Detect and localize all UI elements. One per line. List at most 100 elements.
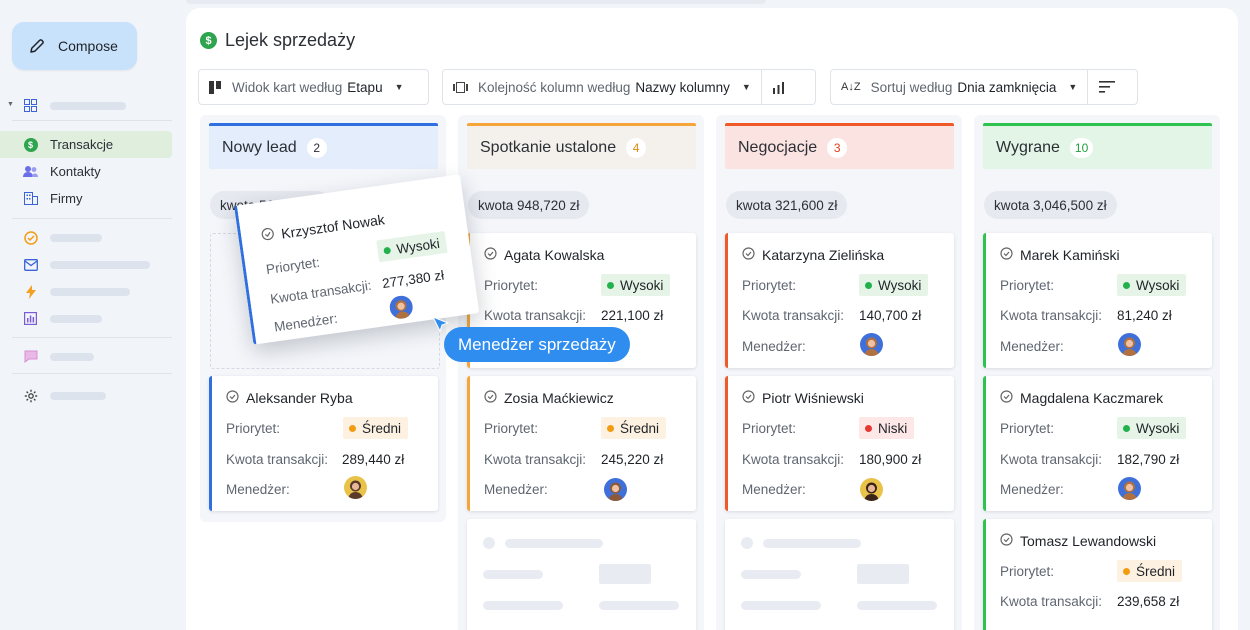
sidebar-item-dashboard[interactable] <box>0 92 172 119</box>
deal-icon <box>742 247 755 263</box>
avatar[interactable] <box>1118 333 1141 356</box>
loading-card-placeholder <box>725 519 954 630</box>
deal-name: Agata Kowalska <box>504 247 605 263</box>
deal-card[interactable]: Zosia Maćkiewicz Priorytet: Średni Kwota… <box>467 376 696 511</box>
deal-card[interactable]: Piotr Wiśniewski Priorytet: Niski Kwota … <box>725 376 954 511</box>
priority-badge: Niski <box>859 417 915 439</box>
sidebar-item-label: Firmy <box>50 191 83 206</box>
amount-value: 182,790 zł <box>1117 452 1180 467</box>
view-by-value: Etapu <box>347 79 383 95</box>
column-spotkanie-ustalone: Spotkanie ustalone 4 kwota 948,720 zł Ag… <box>458 115 704 630</box>
sidebar-item-reports[interactable] <box>0 305 172 332</box>
amount-value: 289,440 zł <box>342 452 405 467</box>
sidebar-item-tasks[interactable] <box>0 224 172 251</box>
sort-az-icon: A↓Z <box>841 81 861 93</box>
cursor-icon <box>432 316 450 333</box>
deal-name: Katarzyna Zielińska <box>762 247 885 263</box>
placeholder-bar <box>50 261 150 269</box>
avatar[interactable] <box>344 476 367 499</box>
contacts-icon <box>23 164 38 179</box>
sort-by-value: Dnia zamknięcia <box>957 79 1057 95</box>
manager-label: Menedżer: <box>1000 482 1064 497</box>
sidebar-item-settings[interactable] <box>0 382 172 409</box>
sidebar-item-firmy[interactable]: Firmy <box>0 185 172 212</box>
chevron-down-icon: ▼ <box>1068 82 1078 92</box>
deal-name: Magdalena Kaczmarek <box>1020 390 1164 406</box>
bar-chart-icon[interactable] <box>772 81 785 94</box>
column-sum: kwota 3,046,500 zł <box>984 191 1117 219</box>
sidebar-item-transakcje[interactable]: $ Transakcje <box>0 131 172 158</box>
sort-lines-icon[interactable] <box>1099 81 1116 93</box>
sidebar-item-automation[interactable] <box>0 278 172 305</box>
chevron-down-icon: ▼ <box>394 82 404 92</box>
priority-badge: Wysoki <box>601 274 671 296</box>
deal-icon <box>226 390 239 406</box>
amount-value: 180,900 zł <box>859 452 922 467</box>
priority-badge: Wysoki <box>859 274 929 296</box>
column-header: Nowy lead 2 <box>209 123 438 169</box>
manager-label: Menedżer: <box>273 310 339 335</box>
deal-name: Zosia Maćkiewicz <box>504 390 614 406</box>
priority-badge: Wysoki <box>1117 417 1187 439</box>
compose-button[interactable]: Compose <box>12 22 137 70</box>
avatar[interactable] <box>1118 477 1141 500</box>
column-count-badge: 3 <box>827 137 848 158</box>
priority-label: Priorytet: <box>742 278 797 293</box>
placeholder-bar <box>50 288 130 296</box>
columns-icon <box>453 81 468 93</box>
divider <box>12 120 172 121</box>
deal-card[interactable]: Tomasz Lewandowski Priorytet: Średni Kwo… <box>983 519 1212 630</box>
lightning-icon <box>23 284 38 299</box>
column-count-badge: 2 <box>306 137 327 158</box>
priority-badge: Wysoki <box>376 230 448 263</box>
deal-name: Marek Kamiński <box>1020 247 1120 263</box>
avatar[interactable] <box>604 478 627 501</box>
deal-icon <box>1000 247 1013 263</box>
sort-by-dropdown[interactable]: A↓Z Sortuj według Dnia zamknięcia ▼ <box>830 69 1138 105</box>
manager-label: Menedżer: <box>1000 339 1064 354</box>
deal-icon <box>1000 390 1013 406</box>
compose-label: Compose <box>58 38 118 54</box>
column-order-dropdown[interactable]: Kolejność kolumn według Nazwy kolumny ▼ <box>442 69 816 105</box>
dollar-icon: $ <box>23 137 38 152</box>
amount-value: 221,100 zł <box>601 308 664 323</box>
manager-label: Menedżer: <box>742 339 806 354</box>
manager-label: Menedżer: <box>484 482 548 497</box>
sidebar-item-chat[interactable] <box>0 343 172 370</box>
amount-label: Kwota transakcji: <box>1000 452 1103 467</box>
top-edge <box>186 0 766 4</box>
divider <box>12 218 172 219</box>
view-by-dropdown[interactable]: Widok kart według Etapu ▼ <box>198 69 429 105</box>
sidebar-item-mail[interactable] <box>0 251 172 278</box>
deal-card[interactable]: Katarzyna Zielińska Priorytet: Wysoki Kw… <box>725 233 954 368</box>
placeholder-bar <box>50 102 126 110</box>
sidebar-item-label: Kontakty <box>50 164 101 179</box>
building-icon <box>23 191 38 206</box>
column-header: Spotkanie ustalone 4 <box>467 123 696 169</box>
amount-label: Kwota transakcji: <box>742 452 845 467</box>
placeholder-bar <box>50 234 102 242</box>
pencil-icon <box>30 39 44 53</box>
deal-card[interactable]: Marek Kamiński Priorytet: Wysoki Kwota t… <box>983 233 1212 368</box>
divider <box>12 373 172 374</box>
sidebar-item-kontakty[interactable]: Kontakty <box>0 158 172 185</box>
column-title: Wygrane <box>996 138 1060 156</box>
view-by-label: Widok kart według <box>232 79 343 95</box>
avatar[interactable] <box>860 478 883 501</box>
deal-card[interactable]: Magdalena Kaczmarek Priorytet: Wysoki Kw… <box>983 376 1212 511</box>
avatar[interactable] <box>388 294 415 321</box>
column-count-badge: 4 <box>626 137 647 158</box>
amount-label: Kwota transakcji: <box>742 308 845 323</box>
divider <box>760 69 762 105</box>
amount-label: Kwota transakcji: <box>269 277 373 307</box>
divider <box>1087 69 1089 105</box>
avatar[interactable] <box>860 333 883 356</box>
check-circle-icon <box>23 230 38 245</box>
gear-icon <box>23 388 38 403</box>
column-wygrane: Wygrane 10 kwota 3,046,500 zł Marek Kami… <box>974 115 1220 630</box>
chat-icon <box>23 349 38 364</box>
manager-label: Menedżer: <box>742 482 806 497</box>
placeholder-bar <box>50 353 94 361</box>
deal-card[interactable]: Aleksander Ryba Priorytet: Średni Kwota … <box>209 376 438 511</box>
deal-icon <box>484 390 497 406</box>
